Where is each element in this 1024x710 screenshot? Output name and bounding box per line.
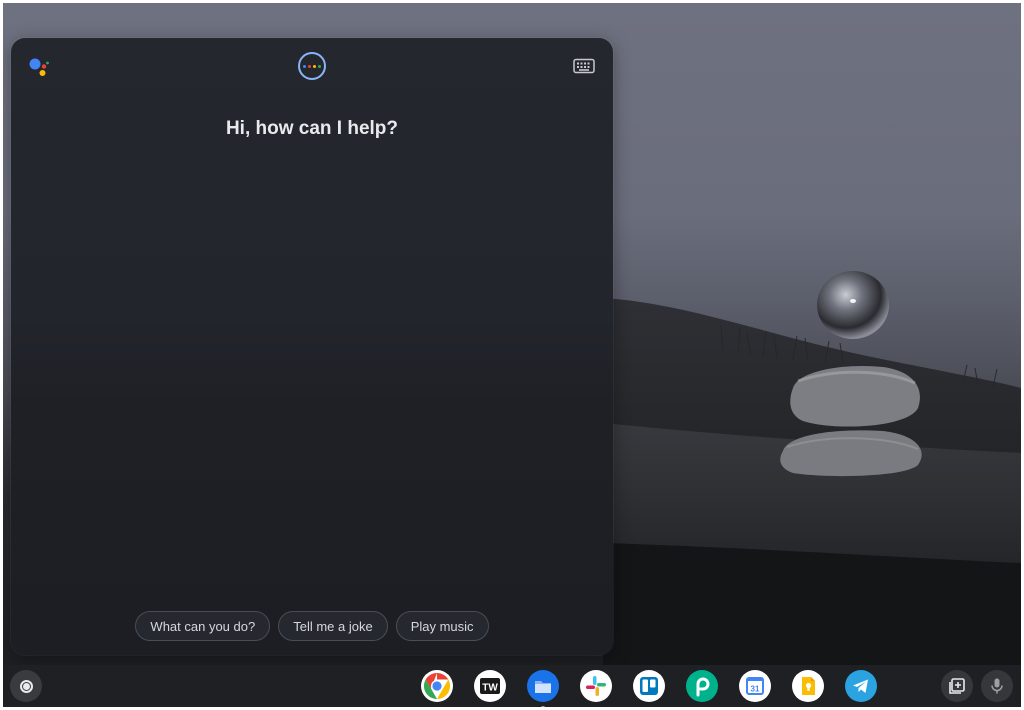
shelf-app-techwiser[interactable]: TW (474, 670, 506, 702)
shelf-app-google-keep[interactable] (792, 670, 824, 702)
picsart-icon (686, 670, 718, 702)
slack-icon (580, 670, 612, 702)
listening-dot (308, 64, 311, 68)
desktop: Hi, how can I help? What can you do? Tel… (3, 3, 1021, 707)
suggestion-chips: What can you do? Tell me a joke Play mus… (11, 611, 613, 641)
listening-indicator-icon[interactable] (298, 52, 326, 80)
shelf-app-google-calendar[interactable]: 31 (739, 670, 771, 702)
shelf: TW 31 (3, 665, 1021, 707)
techwiser-icon: TW (474, 670, 506, 702)
chrome-icon (421, 670, 453, 702)
shelf-app-files[interactable] (527, 670, 559, 707)
suggestion-chip-tell-me-a-joke[interactable]: Tell me a joke (278, 611, 388, 641)
assistant-greeting: Hi, how can I help? (225, 118, 399, 139)
shelf-app-telegram[interactable] (845, 670, 877, 702)
shelf-app-trello[interactable] (633, 670, 665, 702)
shelf-app-chrome[interactable] (421, 670, 453, 702)
trello-icon (633, 670, 665, 702)
launcher-icon (19, 679, 33, 693)
calendar-icon-date: 31 (751, 685, 760, 694)
keyboard-icon[interactable] (573, 58, 595, 74)
shelf-app-picsart[interactable] (686, 670, 718, 702)
google-assistant-icon (29, 58, 49, 76)
launcher-button[interactable] (10, 670, 42, 702)
microphone-icon (991, 678, 1003, 694)
screen-capture-button[interactable] (941, 670, 973, 702)
listening-dot (303, 64, 306, 68)
shelf-app-slack[interactable] (580, 670, 612, 702)
techwiser-icon-label: TW (482, 683, 498, 694)
listening-dot (313, 64, 316, 68)
running-indicator (541, 706, 545, 707)
suggestion-chip-play-music[interactable]: Play music (395, 611, 489, 641)
google-calendar-icon: 31 (739, 670, 771, 702)
listening-dot (318, 64, 321, 68)
google-keep-icon (792, 670, 824, 702)
telegram-icon (845, 670, 877, 702)
suggestion-chip-what-can-you-do[interactable]: What can you do? (135, 611, 271, 641)
assistant-panel: Hi, how can I help? What can you do? Tel… (11, 38, 613, 655)
capture-icon (949, 678, 965, 694)
microphone-button[interactable] (981, 670, 1013, 702)
files-icon (527, 670, 559, 702)
